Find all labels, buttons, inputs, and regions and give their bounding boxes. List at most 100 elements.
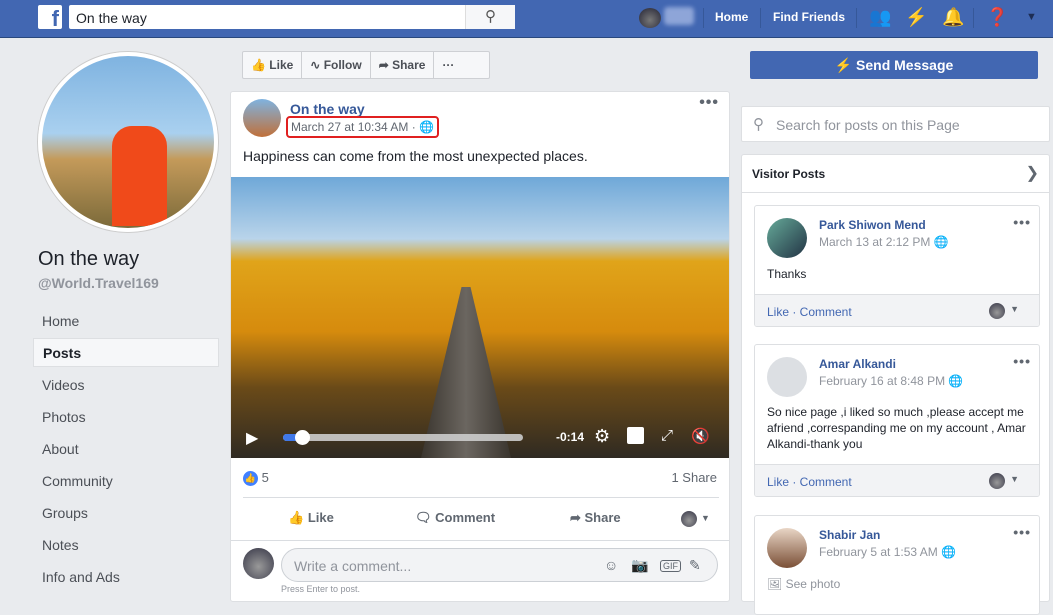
post-author[interactable]: On the way xyxy=(290,101,365,117)
sidebar-item-notes[interactable]: Notes xyxy=(33,531,219,560)
sidebar-item-home[interactable]: Home xyxy=(33,307,219,336)
video-player[interactable]: ▶ -0:14 ⚙ ⤢ 🔇 xyxy=(231,177,729,458)
more-button[interactable]: ··· xyxy=(434,52,462,78)
post-like-button[interactable]: 👍 Like xyxy=(288,510,334,526)
page-handle[interactable]: @World.Travel169 xyxy=(38,275,159,291)
comment-hint: Press Enter to post. xyxy=(281,584,361,594)
comment-placeholder: Write a comment... xyxy=(294,558,412,574)
share-page-button[interactable]: ➦ Share xyxy=(371,52,435,78)
globe-icon: 🌐 xyxy=(941,545,957,559)
like-page-button[interactable]: 👍 Like xyxy=(243,52,303,78)
sidebar-item-posts[interactable]: Posts xyxy=(33,338,219,367)
search-icon: ⚲ xyxy=(753,116,764,133)
friend-requests-icon[interactable]: 👥 xyxy=(869,7,891,28)
profile-picture[interactable] xyxy=(38,52,218,232)
video-progress-bar[interactable] xyxy=(283,434,523,441)
share-label: Share xyxy=(392,58,426,72)
post-options-icon[interactable]: ••• xyxy=(699,94,719,112)
reaction-count[interactable]: 👍 5 xyxy=(243,470,269,487)
post-share-button[interactable]: ➦ Share xyxy=(570,510,621,526)
post-comment-button[interactable]: 🗨 Comment xyxy=(415,510,495,526)
visitor-post-author[interactable]: Shabir Jan xyxy=(819,528,880,542)
like-label: Like xyxy=(269,58,294,72)
profile-name-blurred[interactable] xyxy=(664,7,694,25)
sidebar-item-groups[interactable]: Groups xyxy=(33,499,219,528)
post-options-icon[interactable]: ••• xyxy=(1013,353,1031,369)
picture-in-picture-icon[interactable] xyxy=(627,427,644,444)
sidebar-item-about[interactable]: About xyxy=(33,435,219,464)
time-remaining: -0:14 xyxy=(556,430,585,444)
avatar[interactable] xyxy=(767,218,807,258)
divider xyxy=(742,192,1049,193)
visitor-post-footer: Like · Comment ▼ xyxy=(755,294,1039,326)
camera-icon[interactable]: 📷 xyxy=(631,557,648,574)
page-post-search-input[interactable]: ⚲ Search for posts on this Page xyxy=(741,106,1050,142)
post-as-avatar[interactable] xyxy=(681,511,697,527)
post-options-icon[interactable]: ••• xyxy=(1013,214,1031,230)
chevron-down-icon[interactable]: ▼ xyxy=(1010,304,1019,314)
visitor-post: Park Shiwon Mend March 13 at 2:12 PM 🌐 •… xyxy=(754,205,1040,327)
date-text: February 16 at 8:48 PM xyxy=(819,374,946,388)
see-photo-link[interactable]: 🖼 See photo xyxy=(767,576,1033,592)
chevron-right-icon[interactable]: ❯ xyxy=(1026,163,1039,183)
sidebar-item-photos[interactable]: Photos xyxy=(33,403,219,432)
play-icon[interactable]: ▶ xyxy=(246,428,258,448)
messenger-icon[interactable]: ⚡ xyxy=(905,7,927,28)
like-comment-links[interactable]: Like · Comment xyxy=(767,475,852,489)
follow-button[interactable]: ∿ Follow xyxy=(302,52,371,78)
emoji-icon[interactable]: ☺ xyxy=(604,557,618,573)
post-text: Happiness can come from the most unexpec… xyxy=(243,148,588,164)
like-reaction-icon: 👍 xyxy=(243,471,258,487)
like-comment-links[interactable]: Like · Comment xyxy=(767,305,852,319)
chevron-down-icon[interactable]: ▼ xyxy=(1026,11,1037,23)
post-options-icon[interactable]: ••• xyxy=(1013,524,1031,540)
visitor-post-date[interactable]: March 13 at 2:12 PM 🌐 xyxy=(819,235,949,249)
divider xyxy=(856,8,857,28)
facebook-logo-icon[interactable]: f xyxy=(38,5,62,29)
sidebar-item-videos[interactable]: Videos xyxy=(33,371,219,400)
photo-icon: 🖼 xyxy=(767,577,786,591)
comment-icon: 🗨 xyxy=(415,510,436,525)
visitor-post-date[interactable]: February 16 at 8:48 PM 🌐 xyxy=(819,374,963,388)
mute-icon[interactable]: 🔇 xyxy=(691,427,710,445)
visitor-post-author[interactable]: Park Shiwon Mend xyxy=(819,218,926,232)
sticker-icon[interactable]: ✎ xyxy=(689,557,701,574)
nav-home[interactable]: Home xyxy=(715,10,748,24)
avatar[interactable] xyxy=(639,8,661,28)
avatar[interactable] xyxy=(767,357,807,397)
post-as-avatar[interactable] xyxy=(989,303,1005,319)
sidebar-item-info-and-ads[interactable]: Info and Ads xyxy=(33,563,219,592)
date-text: February 5 at 1:53 AM xyxy=(819,545,938,559)
post-card: On the way March 27 at 10:34 AM · 🌐 ••• … xyxy=(230,91,730,602)
divider xyxy=(973,8,974,28)
fullscreen-icon[interactable]: ⤢ xyxy=(661,427,673,444)
visitor-post-date[interactable]: February 5 at 1:53 AM 🌐 xyxy=(819,545,956,559)
send-message-button[interactable]: ⚡ Send Message xyxy=(750,51,1038,79)
help-icon[interactable]: ❓ xyxy=(986,7,1008,28)
page-action-bar: 👍 Like ∿ Follow ➦ Share ··· xyxy=(242,51,490,79)
avatar[interactable] xyxy=(767,528,807,568)
share-count[interactable]: 1 Share xyxy=(671,470,717,485)
visitor-post-text: So nice page ,i liked so much ,please ac… xyxy=(767,405,1026,451)
search-icon[interactable]: ⚲ xyxy=(465,5,515,29)
comment-input[interactable]: Write a comment... ☺ 📷 GIF ✎ xyxy=(281,548,718,582)
sidebar-item-community[interactable]: Community xyxy=(33,467,219,496)
divider xyxy=(760,8,761,28)
search-input[interactable]: On the way ⚲ xyxy=(69,5,515,29)
comment-label: Comment xyxy=(435,510,496,525)
notifications-bell-icon[interactable]: 🔔 xyxy=(942,7,964,28)
search-placeholder: Search for posts on this Page xyxy=(776,117,960,133)
gif-icon[interactable]: GIF xyxy=(660,560,681,572)
visitor-posts-title[interactable]: Visitor Posts xyxy=(752,167,825,181)
visitor-post-author[interactable]: Amar Alkandi xyxy=(819,357,896,371)
chevron-down-icon[interactable]: ▼ xyxy=(1010,474,1019,484)
settings-gear-icon[interactable]: ⚙ xyxy=(594,426,610,447)
post-timestamp[interactable]: March 27 at 10:34 AM · 🌐 xyxy=(286,116,440,138)
visitor-post-footer: Like · Comment ▼ xyxy=(755,464,1039,496)
video-scrubber-handle[interactable] xyxy=(295,430,311,445)
date-text: March 13 at 2:12 PM xyxy=(819,235,931,249)
post-as-avatar[interactable] xyxy=(989,473,1005,489)
nav-find-friends[interactable]: Find Friends xyxy=(773,10,845,24)
post-author-avatar[interactable] xyxy=(243,99,281,137)
chevron-down-icon[interactable]: ▼ xyxy=(701,513,710,523)
